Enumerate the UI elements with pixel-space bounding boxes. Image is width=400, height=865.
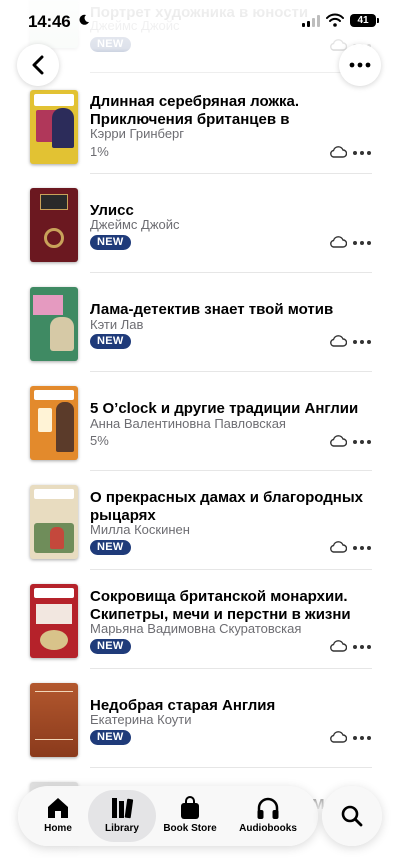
- book-row[interactable]: Улисс Джеймс Джойс NEW: [0, 174, 400, 273]
- back-button[interactable]: [17, 44, 59, 86]
- cloud-download-icon[interactable]: [329, 236, 347, 248]
- cloud-download-icon[interactable]: [329, 146, 347, 158]
- book-title: Длинная серебряная ложка. Приключения бр…: [90, 93, 300, 128]
- battery-icon: 41: [350, 14, 379, 27]
- cloud-download-icon[interactable]: [329, 335, 347, 347]
- book-row[interactable]: Лама-детектив знает твой мотив Кэти Лав …: [0, 273, 400, 372]
- row-divider: [90, 72, 372, 73]
- tab-label: Audiobooks: [239, 823, 297, 834]
- tab-label: Home: [44, 823, 72, 834]
- tab-label: Book Store: [163, 823, 217, 834]
- cellular-signal-icon: [302, 15, 320, 27]
- book-cover[interactable]: [30, 188, 78, 262]
- book-row[interactable]: Сокровища британской монархии. Скипетры,…: [0, 570, 400, 669]
- book-author: Джеймс Джойс: [90, 217, 180, 232]
- book-row[interactable]: О прекрасных дамах и благородных рыцарях…: [0, 471, 400, 570]
- tab-book-store[interactable]: Book Store: [156, 790, 224, 842]
- book-author: Милла Коскинен: [90, 522, 190, 537]
- wifi-icon: [326, 13, 344, 27]
- book-more-button[interactable]: [353, 644, 371, 649]
- book-more-button[interactable]: [353, 240, 371, 245]
- status-time: 14:46: [28, 12, 71, 31]
- tab-library[interactable]: Library: [88, 790, 156, 842]
- book-more-button[interactable]: [353, 439, 371, 444]
- book-cover[interactable]: [30, 485, 78, 559]
- headphones-icon: [257, 797, 279, 819]
- new-badge: NEW: [90, 639, 131, 654]
- cloud-download-icon[interactable]: [329, 541, 347, 553]
- book-title: О прекрасных дамах и благородных рыцарях: [90, 489, 363, 524]
- cloud-download-icon[interactable]: [329, 731, 347, 743]
- tab-audiobooks[interactable]: Audiobooks: [234, 790, 302, 842]
- book-cover[interactable]: [30, 584, 78, 658]
- search-button[interactable]: [322, 786, 382, 846]
- ellipsis-icon: [349, 62, 371, 68]
- book-row[interactable]: 5 O’clock и другие традиции Англии Анна …: [0, 372, 400, 471]
- reading-progress: 1%: [90, 144, 109, 159]
- book-author: Анна Валентиновна Павловская: [90, 416, 286, 431]
- new-badge: NEW: [90, 540, 131, 555]
- reading-progress: 5%: [90, 433, 109, 448]
- chevron-left-icon: [32, 55, 44, 75]
- book-more-button[interactable]: [353, 150, 371, 155]
- book-cover[interactable]: [30, 287, 78, 361]
- cloud-download-icon[interactable]: [329, 435, 347, 447]
- book-more-button[interactable]: [353, 545, 371, 550]
- new-badge: NEW: [90, 334, 131, 349]
- book-author: Кэрри Гринберг: [90, 126, 185, 141]
- book-cover[interactable]: [30, 386, 78, 460]
- book-cover[interactable]: [30, 90, 78, 164]
- tab-label: Library: [105, 823, 139, 834]
- more-options-button[interactable]: [339, 44, 381, 86]
- tab-home[interactable]: Home: [24, 790, 92, 842]
- book-more-button[interactable]: [353, 339, 371, 344]
- library-icon: [112, 798, 134, 819]
- moon-icon: [79, 14, 89, 25]
- book-cover[interactable]: [30, 683, 78, 757]
- cloud-download-icon[interactable]: [329, 640, 347, 652]
- tab-bar: Home Library Book Store Audiobooks: [18, 786, 318, 846]
- status-bar: 14:46 41: [0, 0, 400, 44]
- book-title: Сокровища британской монархии. Скипетры,…: [90, 588, 351, 623]
- book-author: Марьяна Вадимовна Скуратовская: [90, 621, 302, 636]
- bag-icon: [181, 796, 199, 819]
- search-icon: [341, 805, 363, 827]
- new-badge: NEW: [90, 730, 131, 745]
- new-badge: NEW: [90, 235, 131, 250]
- book-row[interactable]: Недобрая старая Англия Екатерина Коути N…: [0, 669, 400, 768]
- book-author: Кэти Лав: [90, 317, 144, 332]
- book-more-button[interactable]: [353, 735, 371, 740]
- home-icon: [48, 798, 68, 818]
- book-author: Екатерина Коути: [90, 712, 192, 727]
- book-row[interactable]: Длинная серебряная ложка. Приключения бр…: [0, 75, 400, 174]
